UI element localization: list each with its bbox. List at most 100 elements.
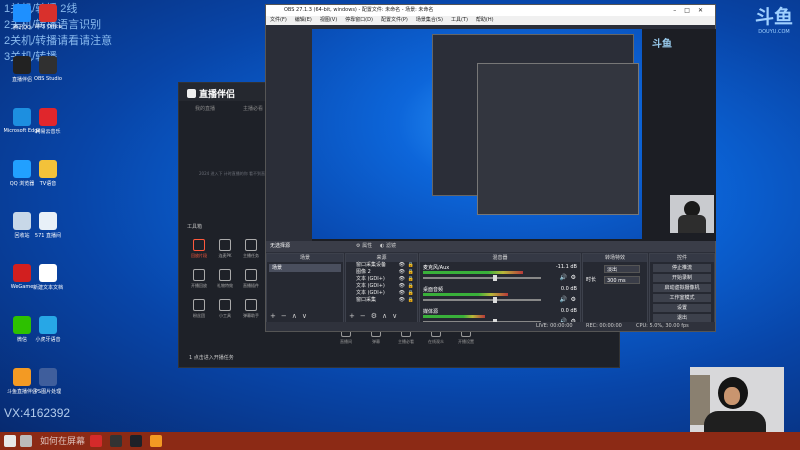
obs-window-buttons[interactable]: –□✕ [673, 5, 711, 16]
toolbox-item[interactable]: 小工具 [211, 299, 239, 319]
visibility-icon[interactable]: 👁 [399, 290, 405, 297]
source-item[interactable]: 文本 (GDI+) 👁 🔒 [346, 283, 417, 290]
desktop-icon[interactable]: WPS Office [28, 4, 68, 30]
obs-menu-item[interactable]: 工具(T) [451, 17, 468, 23]
control-button[interactable]: 启动虚拟摄像机 [653, 284, 711, 292]
app-icon[interactable] [39, 368, 57, 386]
source-item[interactable]: 窗口采集 👁 🔒 [346, 297, 417, 304]
control-button[interactable]: 停止推流 [653, 264, 711, 272]
visibility-icon[interactable]: 👁 [399, 297, 405, 304]
app-icon-live-assistant[interactable] [130, 435, 142, 447]
volume-slider[interactable] [423, 277, 541, 279]
minimize-icon[interactable]: – [673, 7, 684, 14]
move-down-icon[interactable]: ∨ [392, 312, 402, 320]
close-icon[interactable]: ✕ [698, 7, 711, 14]
desktop-icon[interactable]: OBS Studio [28, 56, 68, 82]
desktop-icon[interactable]: PS图片处理 [28, 368, 68, 395]
lock-icon[interactable]: 🔒 [408, 276, 414, 283]
app-icon-douyu[interactable] [150, 435, 162, 447]
app-icon[interactable] [39, 160, 57, 178]
app-icon[interactable] [39, 212, 57, 230]
move-up-icon[interactable]: ∧ [382, 312, 392, 320]
speaker-icon[interactable]: 🔊 [560, 274, 567, 281]
visibility-icon[interactable]: 👁 [399, 269, 405, 276]
desktop-icon[interactable]: TV语音 [28, 160, 68, 187]
toolbox-item[interactable]: 回放片段 [185, 239, 213, 259]
lock-icon[interactable]: 🔒 [408, 283, 414, 290]
desktop-icon[interactable]: 571 直播间 [28, 212, 68, 239]
toolbox-item[interactable]: 粉丝团 [185, 299, 213, 319]
toolbox-item[interactable]: 弹幕助手 [237, 299, 265, 319]
app-icon[interactable] [39, 316, 57, 334]
obs-menu-item[interactable]: 帮助(H) [476, 17, 494, 23]
obs-menu-item[interactable]: 视图(V) [320, 17, 337, 23]
add-icon[interactable]: + [349, 312, 360, 320]
app-icon[interactable] [39, 264, 57, 282]
volume-slider[interactable] [423, 299, 541, 301]
control-button[interactable]: 退出 [653, 314, 711, 322]
duration-input[interactable]: 300 ms [604, 276, 640, 284]
move-up-icon[interactable]: ∧ [292, 312, 302, 320]
gear-icon[interactable]: ⚙ [571, 296, 576, 303]
obs-menu-item[interactable]: 停靠窗口(D) [345, 17, 373, 23]
move-down-icon[interactable]: ∨ [302, 312, 312, 320]
source-item[interactable]: 图像 2 👁 🔒 [346, 269, 417, 276]
obs-preview[interactable]: 斗鱼 [312, 29, 716, 241]
transition-type-row[interactable]: 淡出 [586, 265, 644, 273]
remove-icon[interactable]: − [360, 312, 371, 320]
filters-button[interactable]: ◐ 滤镜 [380, 241, 396, 252]
volume-slider-handle[interactable] [493, 297, 497, 303]
lock-icon[interactable]: 🔒 [408, 297, 414, 304]
desktop-icon[interactable]: 网易云音乐 [28, 108, 68, 135]
source-item[interactable]: 文本 (GDI+) 👁 🔒 [346, 276, 417, 283]
lock-icon[interactable]: 🔒 [408, 262, 414, 269]
volume-slider-handle[interactable] [493, 275, 497, 281]
visibility-icon[interactable]: 👁 [399, 283, 405, 290]
desktop-icon[interactable]: 新建文本文档 [28, 264, 68, 291]
add-icon[interactable]: + [270, 312, 281, 320]
app-icon[interactable] [39, 4, 57, 22]
remove-icon[interactable]: − [281, 312, 292, 320]
sources-dock-buttons[interactable]: +−⚙∧∨ [349, 312, 402, 320]
start-icon[interactable] [4, 435, 16, 447]
maximize-icon[interactable]: □ [684, 7, 698, 14]
assistant-tab-must-see[interactable]: 主播必看 [243, 105, 263, 112]
toolbox-item[interactable]: 连麦PK [211, 239, 239, 259]
transition-type-select[interactable]: 淡出 [604, 265, 640, 273]
search-icon[interactable] [20, 435, 32, 447]
scene-item[interactable]: 场景 [269, 264, 341, 272]
assistant-logo: 直播伴侣 [187, 87, 235, 100]
control-button[interactable]: 开始录制 [653, 274, 711, 282]
speaker-icon[interactable]: 🔊 [560, 296, 567, 303]
toolbox-item[interactable]: 主播任务 [237, 239, 265, 259]
toolbox-item[interactable]: 礼物特效 [211, 269, 239, 289]
app-icon[interactable] [39, 56, 57, 74]
assistant-tab-my-live[interactable]: 我的直播 [195, 105, 215, 112]
obs-menu-item[interactable]: 文件(F) [270, 17, 287, 23]
source-item[interactable]: 窗口采集设备 👁 🔒 [346, 262, 417, 269]
lock-icon[interactable]: 🔒 [408, 269, 414, 276]
lock-icon[interactable]: 🔒 [408, 290, 414, 297]
source-name: 窗口采集 [356, 297, 377, 303]
obs-menu-item[interactable]: 场景集合(S) [416, 17, 443, 23]
gear-icon[interactable]: ⚙ [571, 274, 576, 281]
app-icon[interactable] [39, 108, 57, 126]
control-button[interactable]: 设置 [653, 304, 711, 312]
visibility-icon[interactable]: 👁 [399, 276, 405, 283]
source-item[interactable]: 文本 (GDI+) 👁 🔒 [346, 290, 417, 297]
obs-menu-item[interactable]: 编辑(E) [295, 17, 312, 23]
obs-menu-item[interactable]: 配置文件(P) [381, 17, 408, 23]
app-icon-weibo[interactable] [90, 435, 102, 447]
toolbox-item[interactable]: 直播插件 [237, 269, 265, 289]
gear-icon[interactable]: ⚙ [371, 312, 382, 320]
app-icon-obs[interactable] [110, 435, 122, 447]
desktop-icon[interactable]: 小虎牙语音 [28, 316, 68, 343]
scenes-dock: 场景 场景 +−∧∨ [266, 253, 344, 323]
obs-window[interactable]: OBS 27.1.3 (64-bit, windows) - 配置文件: 未命名… [265, 4, 716, 332]
scenes-dock-buttons[interactable]: +−∧∨ [270, 312, 312, 320]
toolbox-item[interactable]: 开播回放 [185, 269, 213, 289]
visibility-icon[interactable]: 👁 [399, 262, 405, 269]
properties-button[interactable]: ⚙ 属性 [356, 241, 372, 252]
assistant-app-name: 直播伴侣 [199, 90, 236, 100]
control-button[interactable]: 工作室模式 [653, 294, 711, 302]
